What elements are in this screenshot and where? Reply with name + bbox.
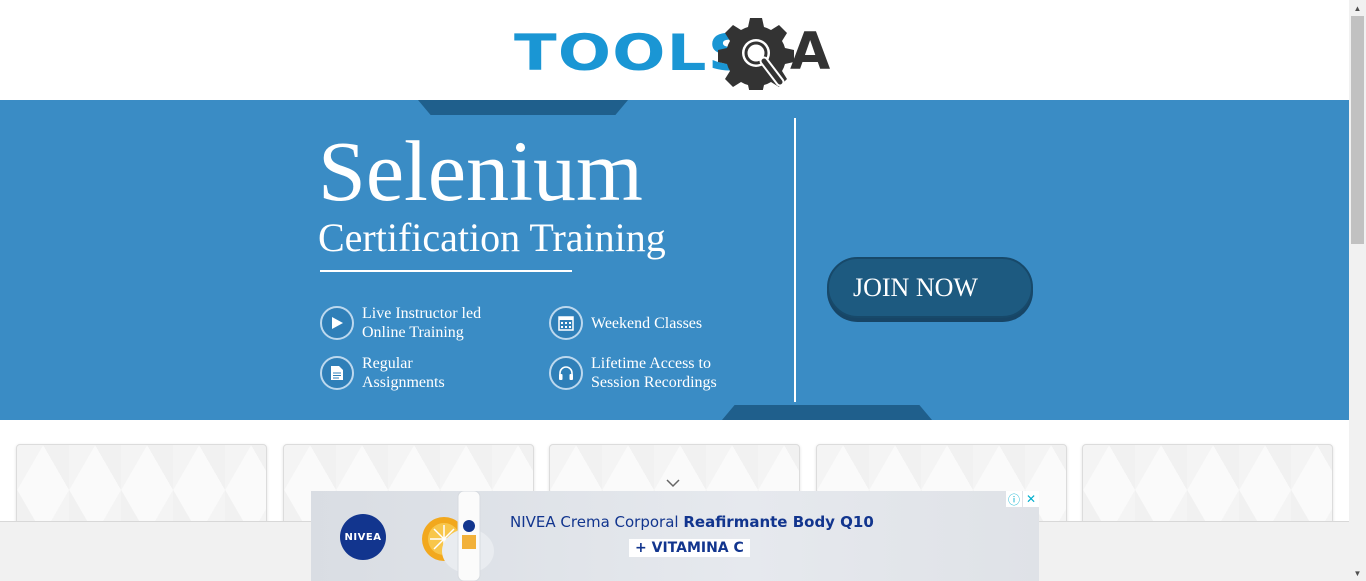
banner-subtitle: Certification Training [318,215,666,260]
feature-label: Lifetime Access to Session Recordings [591,355,717,391]
logo-text-a: A [790,22,831,82]
ad-info-icon[interactable]: ⓘ [1006,491,1022,507]
headphones-icon [549,356,583,390]
gear-magnifier-icon [718,18,794,90]
decorative-stripe [722,405,932,420]
scrollbar-thumb[interactable] [1351,16,1364,244]
feature-lifetime-access: Lifetime Access to Session Recordings [549,354,717,392]
brand-name: NIVEA [344,531,382,543]
nivea-logo: NIVEA [340,514,386,560]
ad-headline-regular: NIVEA Crema Corporal [510,513,684,531]
title-underline [320,270,572,272]
calendar-icon [549,306,583,340]
product-bottle-image [422,491,494,581]
document-icon [320,356,354,390]
join-now-button[interactable]: JOIN NOW [827,257,1033,318]
advertisement-banner[interactable]: NIVEA NIVEA Crema Corporal Reafirmante B… [311,491,1039,581]
selenium-training-banner[interactable]: Selenium Certification Training Live Ins… [0,100,1349,420]
play-icon [320,306,354,340]
ad-subheadline: + VITAMINA C [629,539,750,557]
vertical-divider [794,118,796,402]
ad-headline: NIVEA Crema Corporal Reafirmante Body Q1… [510,513,874,531]
vertical-scrollbar[interactable]: ▲ ▼ [1349,0,1366,581]
ad-close-icon[interactable]: ✕ [1023,491,1039,507]
toolsqa-logo[interactable]: TOOLS A [514,16,840,90]
feature-label: Live Instructor led Online Training [362,305,482,341]
feature-label: Weekend Classes [591,314,703,332]
page: TOOLS A Selenium Certification Training … [0,0,1366,581]
banner-title: Selenium [318,123,643,219]
site-header: TOOLS A [0,0,1349,100]
feature-assignments: Regular Assignments [320,354,445,392]
feature-weekend-classes: Weekend Classes [549,306,702,340]
feature-label: Regular Assignments [362,355,445,391]
ad-headline-bold: Reafirmante Body Q10 [683,513,874,531]
scroll-down-arrow-icon[interactable]: ▼ [1349,565,1366,581]
decorative-stripe [418,100,628,115]
scroll-up-arrow-icon[interactable]: ▲ [1349,0,1366,16]
feature-live-training: Live Instructor led Online Training [320,304,481,342]
chevron-down-icon[interactable] [666,478,680,488]
